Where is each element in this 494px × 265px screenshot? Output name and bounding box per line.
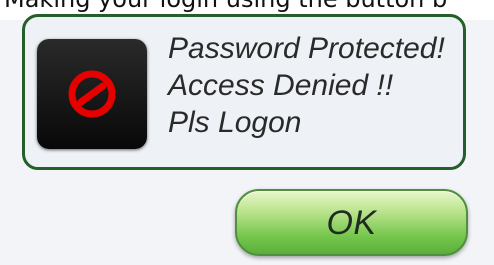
ok-button[interactable]: OK <box>235 189 468 256</box>
message-panel: Password Protected! Access Denied !! Pls… <box>22 14 466 170</box>
top-text: Making your login using the button b <box>4 0 447 14</box>
prohibited-icon <box>68 70 116 118</box>
ok-button-label: OK <box>326 203 377 242</box>
message-text: Password Protected! Access Denied !! Pls… <box>168 30 458 141</box>
message-line-password-protected: Password Protected! <box>168 32 445 65</box>
dialog-screen: Making your login using the button b Pas… <box>0 0 494 265</box>
icon-tile <box>37 39 147 149</box>
message-line-logon: Pls Logon <box>168 106 302 139</box>
message-line-access-denied: Access Denied !! <box>168 69 394 102</box>
